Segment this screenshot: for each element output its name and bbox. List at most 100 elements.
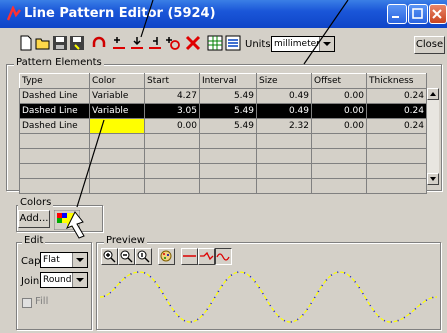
- cell-thickness[interactable]: 0.24: [366, 118, 427, 134]
- pattern-table[interactable]: Type Color Start Interval Size Offset Th…: [19, 73, 427, 194]
- column-header-type[interactable]: Type: [19, 73, 90, 89]
- column-header-offset[interactable]: Offset: [311, 73, 367, 89]
- empty-cell: [311, 178, 367, 194]
- arrow-up-icon: [430, 92, 436, 96]
- cell-type[interactable]: Dashed Line: [19, 88, 90, 104]
- empty-cell: [144, 133, 200, 149]
- table-row-empty: [19, 163, 427, 179]
- minimize-button[interactable]: [387, 4, 407, 24]
- zoom-out-button[interactable]: [118, 248, 135, 265]
- column-header-interval[interactable]: Interval: [199, 73, 257, 89]
- close-button[interactable]: Close: [414, 36, 445, 54]
- cell-offset[interactable]: 0.00: [311, 103, 367, 119]
- straight-line-button[interactable]: [181, 248, 198, 265]
- table-row[interactable]: Dashed Line 0.00 5.49 2.32 0.00 0.24: [19, 118, 427, 134]
- empty-cell: [19, 148, 90, 164]
- add-vertex-icon[interactable]: [165, 35, 181, 51]
- minimize-icon: [392, 16, 399, 18]
- preview-canvas: [100, 271, 437, 323]
- new-icon[interactable]: [18, 35, 34, 51]
- cap-label: Cap: [21, 256, 41, 267]
- cell-color[interactable]: Variable: [89, 103, 145, 119]
- column-header-thickness[interactable]: Thickness: [366, 73, 427, 89]
- units-value: millimeters: [274, 39, 325, 49]
- empty-cell: [366, 148, 427, 164]
- maximize-button[interactable]: [408, 4, 428, 24]
- color-palette-icon[interactable]: [54, 210, 80, 230]
- open-icon[interactable]: [35, 35, 51, 51]
- pattern-elements-label: Pattern Elements: [14, 57, 104, 68]
- cell-color[interactable]: [89, 118, 145, 134]
- fill-checkbox[interactable]: [22, 298, 32, 308]
- edit-label: Edit: [22, 235, 46, 246]
- cell-offset[interactable]: 0.00: [311, 118, 367, 134]
- empty-cell: [199, 148, 257, 164]
- cell-thickness[interactable]: 0.24: [366, 88, 427, 104]
- cell-color[interactable]: Variable: [89, 88, 145, 104]
- zoom-fit-button[interactable]: [135, 248, 152, 265]
- chevron-down-icon[interactable]: [319, 37, 334, 51]
- empty-cell: [144, 148, 200, 164]
- zoom-in-icon: [103, 250, 116, 263]
- wave-line-button[interactable]: [215, 248, 232, 265]
- grid-icon[interactable]: [207, 35, 223, 51]
- chevron-down-icon[interactable]: [72, 273, 87, 287]
- close-window-button[interactable]: [429, 4, 447, 24]
- app-icon: [6, 6, 21, 21]
- cell-type[interactable]: Dashed Line: [19, 118, 90, 134]
- empty-cell: [256, 178, 312, 194]
- table-row[interactable]: Dashed Line Variable 4.27 5.49 0.49 0.00 0.24: [19, 88, 427, 104]
- table-row-empty: [19, 148, 427, 164]
- delete-icon[interactable]: [185, 35, 201, 51]
- cap-value: Flat: [43, 255, 60, 265]
- cell-start[interactable]: 3.05: [144, 103, 200, 119]
- duplicate-element-icon[interactable]: [147, 35, 163, 51]
- add-color-button[interactable]: Add...: [18, 210, 50, 228]
- table-header-row: Type Color Start Interval Size Offset Th…: [19, 73, 427, 89]
- table-scrollbar[interactable]: [426, 88, 439, 185]
- empty-cell: [311, 148, 367, 164]
- settings-icon[interactable]: [225, 35, 241, 51]
- cell-interval[interactable]: 5.49: [199, 118, 257, 134]
- empty-cell: [89, 163, 145, 179]
- save-icon[interactable]: [52, 35, 68, 51]
- zoom-in-button[interactable]: [101, 248, 118, 265]
- column-header-color[interactable]: Color: [89, 73, 145, 89]
- scroll-down-button[interactable]: [427, 173, 439, 185]
- cell-offset[interactable]: 0.00: [311, 88, 367, 104]
- column-header-start[interactable]: Start: [144, 73, 200, 89]
- join-value: Round: [43, 275, 72, 285]
- cell-type[interactable]: Dashed Line: [19, 103, 90, 119]
- column-header-size[interactable]: Size: [256, 73, 312, 89]
- preview-settings-button[interactable]: [158, 248, 175, 265]
- cell-size[interactable]: 0.49: [256, 88, 312, 104]
- empty-cell: [144, 163, 200, 179]
- zigzag-line-icon: [200, 251, 214, 261]
- zigzag-line-button[interactable]: [198, 248, 215, 265]
- cap-select[interactable]: Flat: [40, 252, 88, 268]
- save-as-icon[interactable]: [69, 35, 85, 51]
- cell-size[interactable]: 0.49: [256, 103, 312, 119]
- empty-cell: [311, 133, 367, 149]
- units-label: Units: [245, 39, 271, 50]
- chevron-down-icon[interactable]: [72, 253, 87, 267]
- cell-interval[interactable]: 5.49: [199, 88, 257, 104]
- empty-cell: [199, 133, 257, 149]
- empty-cell: [366, 178, 427, 194]
- cell-start[interactable]: 4.27: [144, 88, 200, 104]
- cell-size[interactable]: 2.32: [256, 118, 312, 134]
- scroll-up-button[interactable]: [427, 88, 439, 100]
- insert-element-icon[interactable]: [129, 35, 145, 51]
- zoom-out-icon: [120, 250, 133, 263]
- undo-icon[interactable]: [91, 35, 107, 51]
- cell-start[interactable]: 0.00: [144, 118, 200, 134]
- title-bar[interactable]: Line Pattern Editor (5924): [0, 0, 447, 28]
- table-row[interactable]: Dashed Line Variable 3.05 5.49 0.49 0.00 0.24: [19, 103, 427, 119]
- empty-cell: [256, 148, 312, 164]
- empty-cell: [89, 133, 145, 149]
- units-select[interactable]: millimeters: [271, 36, 335, 52]
- cell-thickness[interactable]: 0.24: [366, 103, 427, 119]
- join-select[interactable]: Round: [40, 272, 88, 288]
- cell-interval[interactable]: 5.49: [199, 103, 257, 119]
- add-element-icon[interactable]: [111, 35, 127, 51]
